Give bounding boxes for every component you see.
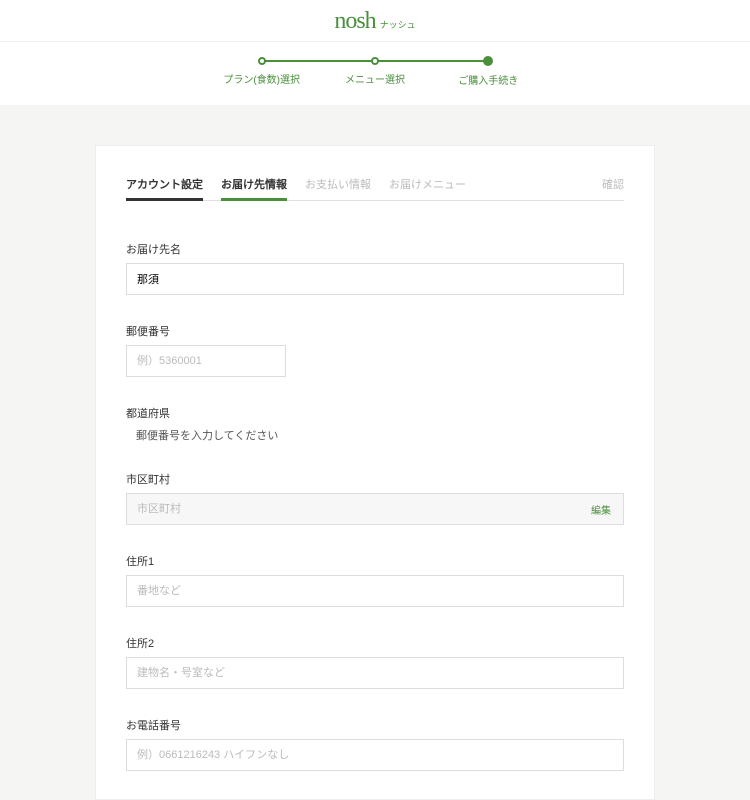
field-phone: お電話番号 (126, 717, 624, 771)
logo[interactable]: nosh ナッシュ (334, 8, 415, 35)
tab-confirm[interactable]: 確認 (602, 176, 624, 200)
delivery-name-input[interactable] (126, 263, 624, 295)
header: nosh ナッシュ (0, 0, 750, 41)
field-city: 市区町村 編集 (126, 471, 624, 525)
step-label: プラン(食数)選択 (205, 71, 318, 86)
phone-input[interactable] (126, 739, 624, 771)
tab-delivery[interactable]: お届け先情報 (221, 176, 287, 200)
tab-payment[interactable]: お支払い情報 (305, 176, 371, 200)
city-edit-link[interactable]: 編集 (579, 502, 623, 517)
tab-menu[interactable]: お届けメニュー (389, 176, 466, 200)
address2-input[interactable] (126, 657, 624, 689)
label-city: 市区町村 (126, 471, 624, 487)
city-input-row: 編集 (126, 493, 624, 525)
step-connector (259, 60, 375, 62)
label-address2: 住所2 (126, 635, 624, 651)
step-label: ご購入手続き (432, 72, 545, 87)
label-address1: 住所1 (126, 553, 624, 569)
address1-input[interactable] (126, 575, 624, 607)
logo-subtext: ナッシュ (380, 18, 416, 31)
form-card: アカウント設定 お届け先情報 お支払い情報 お届けメニュー 確認 お届け先名 郵… (95, 145, 655, 800)
logo-text: nosh (334, 8, 375, 35)
label-delivery-name: お届け先名 (126, 241, 624, 257)
field-prefecture: 都道府県 郵便番号を入力してください (126, 405, 624, 443)
tab-bar: アカウント設定 お届け先情報 お支払い情報 お届けメニュー 確認 (126, 176, 624, 201)
step-dot-icon (483, 56, 493, 66)
label-prefecture: 都道府県 (126, 405, 624, 421)
prefecture-note: 郵便番号を入力してください (126, 427, 624, 443)
step-connector (375, 60, 491, 62)
step-dot-icon (258, 57, 266, 65)
postal-input[interactable] (126, 345, 286, 377)
step-dot-icon (371, 57, 379, 65)
field-postal: 郵便番号 (126, 323, 624, 377)
step-label: メニュー選択 (318, 71, 431, 86)
label-phone: お電話番号 (126, 717, 624, 733)
field-delivery-name: お届け先名 (126, 241, 624, 295)
field-address1: 住所1 (126, 553, 624, 607)
field-address2: 住所2 (126, 635, 624, 689)
tab-account[interactable]: アカウント設定 (126, 176, 203, 200)
progress-stepper: プラン(食数)選択 メニュー選択 ご購入手続き (0, 41, 750, 105)
label-postal: 郵便番号 (126, 323, 624, 339)
city-input (127, 494, 579, 524)
